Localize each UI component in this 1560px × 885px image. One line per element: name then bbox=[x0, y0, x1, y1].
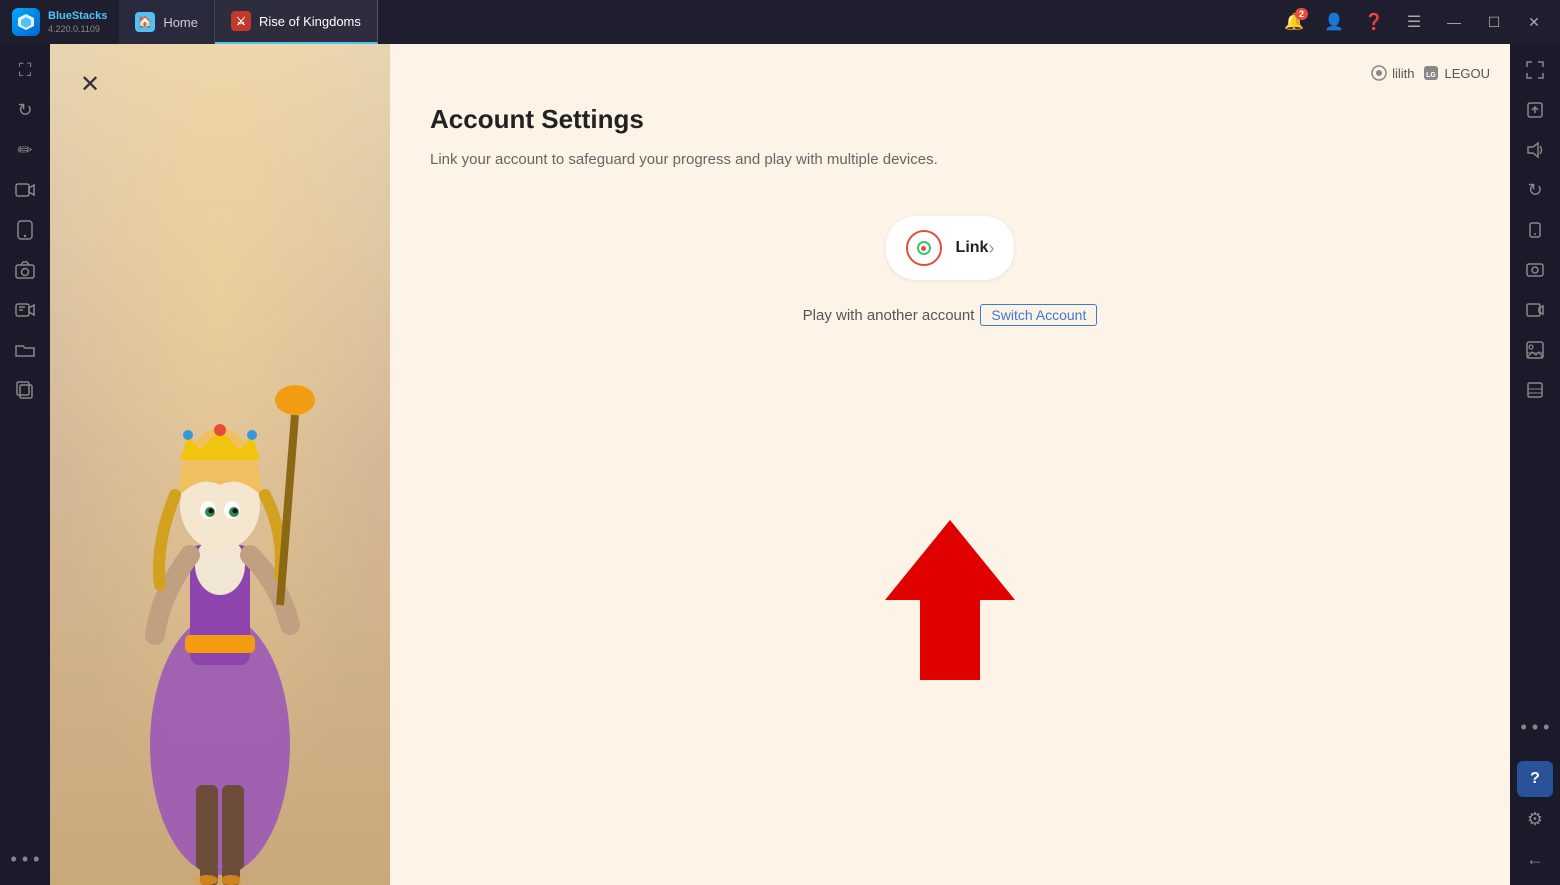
maximize-button[interactable]: ☐ bbox=[1476, 4, 1512, 40]
svg-text:LG: LG bbox=[1427, 72, 1437, 79]
expand-view-icon[interactable] bbox=[1517, 52, 1553, 88]
link-icon-inner bbox=[917, 241, 931, 255]
notification-badge: 2 bbox=[1295, 8, 1308, 20]
link-icon bbox=[906, 230, 942, 266]
rotate2-icon[interactable]: ↻ bbox=[1517, 172, 1553, 208]
link-chevron-icon: › bbox=[988, 238, 994, 259]
home-tab-label: Home bbox=[163, 15, 198, 30]
titlebar-left: BlueStacks 4.220.0.1109 🏠 Home ⚔ Rise of… bbox=[0, 0, 378, 44]
bluestacks-logo bbox=[12, 8, 40, 36]
account-settings-description: Link your account to safeguard your prog… bbox=[430, 151, 1470, 168]
media-icon[interactable] bbox=[1517, 292, 1553, 328]
link-button[interactable]: Link › bbox=[886, 216, 1015, 280]
screenshot-icon[interactable] bbox=[1517, 252, 1553, 288]
game-tab-label: Rise of Kingdoms bbox=[259, 14, 361, 29]
switch-account-row: Play with another account Switch Account bbox=[430, 304, 1470, 326]
lilith-label: lilith bbox=[1392, 66, 1414, 81]
notification-button[interactable]: 🔔 2 bbox=[1276, 4, 1312, 40]
titlebar-right: 🔔 2 👤 ❓ ☰ — ☐ ✕ bbox=[1276, 4, 1560, 40]
switch-account-prefix: Play with another account bbox=[803, 307, 975, 324]
game-tab-icon: ⚔ bbox=[231, 11, 251, 31]
settings-sidebar-icon[interactable]: ⚙ bbox=[1517, 801, 1553, 837]
more-options-icon[interactable]: • • • bbox=[1517, 709, 1553, 745]
character-figure bbox=[80, 165, 360, 885]
main-area: ⛶ ↻ ✏ • • • ✕ bbox=[0, 44, 1560, 885]
legou-label: LEGOU bbox=[1444, 66, 1490, 81]
annotation-arrow bbox=[885, 520, 1015, 685]
sidebar-more-icon[interactable]: • • • bbox=[7, 841, 43, 877]
character-panel: ✕ bbox=[50, 44, 390, 885]
layers-icon[interactable] bbox=[1517, 372, 1553, 408]
titlebar: BlueStacks 4.220.0.1109 🏠 Home ⚔ Rise of… bbox=[0, 0, 1560, 44]
sidebar-record-icon[interactable] bbox=[7, 292, 43, 328]
menu-button[interactable]: ☰ bbox=[1396, 4, 1432, 40]
sidebar-video-icon[interactable] bbox=[7, 172, 43, 208]
minimize-button[interactable]: — bbox=[1436, 4, 1472, 40]
tab-home[interactable]: 🏠 Home bbox=[119, 0, 215, 44]
link-icon-dot bbox=[921, 246, 926, 251]
fullscreen-icon[interactable] bbox=[1517, 92, 1553, 128]
bluestacks-brand: BlueStacks 4.220.0.1109 bbox=[0, 0, 119, 44]
sidebar-folder-icon[interactable] bbox=[7, 332, 43, 368]
lilith-logo: lilith bbox=[1370, 64, 1414, 82]
close-settings-button[interactable]: ✕ bbox=[70, 64, 110, 104]
tab-game[interactable]: ⚔ Rise of Kingdoms bbox=[215, 0, 378, 44]
volume-icon[interactable] bbox=[1517, 132, 1553, 168]
right-sidebar: ↻ • • • ? ⚙ ← bbox=[1510, 44, 1560, 885]
link-label: Link bbox=[956, 239, 989, 257]
back-icon[interactable]: ← bbox=[1517, 841, 1553, 877]
sidebar-copy-icon[interactable] bbox=[7, 372, 43, 408]
home-tab-icon: 🏠 bbox=[135, 12, 155, 32]
shake-icon[interactable] bbox=[1517, 212, 1553, 248]
brand-logos: lilith LG LEGOU bbox=[1370, 64, 1490, 82]
gallery-icon[interactable] bbox=[1517, 332, 1553, 368]
switch-account-button[interactable]: Switch Account bbox=[980, 304, 1097, 326]
bluestacks-name: BlueStacks bbox=[48, 10, 107, 23]
sidebar-brush-icon[interactable]: ✏ bbox=[7, 132, 43, 168]
sidebar-expand-icon[interactable]: ⛶ bbox=[7, 52, 43, 88]
game-content: ✕ bbox=[50, 44, 1510, 885]
sidebar-phone-icon[interactable] bbox=[7, 212, 43, 248]
settings-overlay: ✕ bbox=[50, 44, 1510, 885]
close-window-button[interactable]: ✕ bbox=[1516, 4, 1552, 40]
sidebar-camera-icon[interactable] bbox=[7, 252, 43, 288]
bluestacks-text: BlueStacks 4.220.0.1109 bbox=[48, 10, 107, 33]
bluestacks-version: 4.220.0.1109 bbox=[48, 24, 107, 34]
sidebar-rotate-icon[interactable]: ↻ bbox=[7, 92, 43, 128]
help-titlebar-button[interactable]: ❓ bbox=[1356, 4, 1392, 40]
account-button[interactable]: 👤 bbox=[1316, 4, 1352, 40]
help-sidebar-icon[interactable]: ? bbox=[1517, 761, 1553, 797]
account-settings-title: Account Settings bbox=[430, 104, 1470, 135]
legou-logo: LG LEGOU bbox=[1422, 64, 1490, 82]
left-sidebar: ⛶ ↻ ✏ • • • bbox=[0, 44, 50, 885]
content-panel: lilith LG LEGOU Account Settings Link yo… bbox=[390, 44, 1510, 885]
